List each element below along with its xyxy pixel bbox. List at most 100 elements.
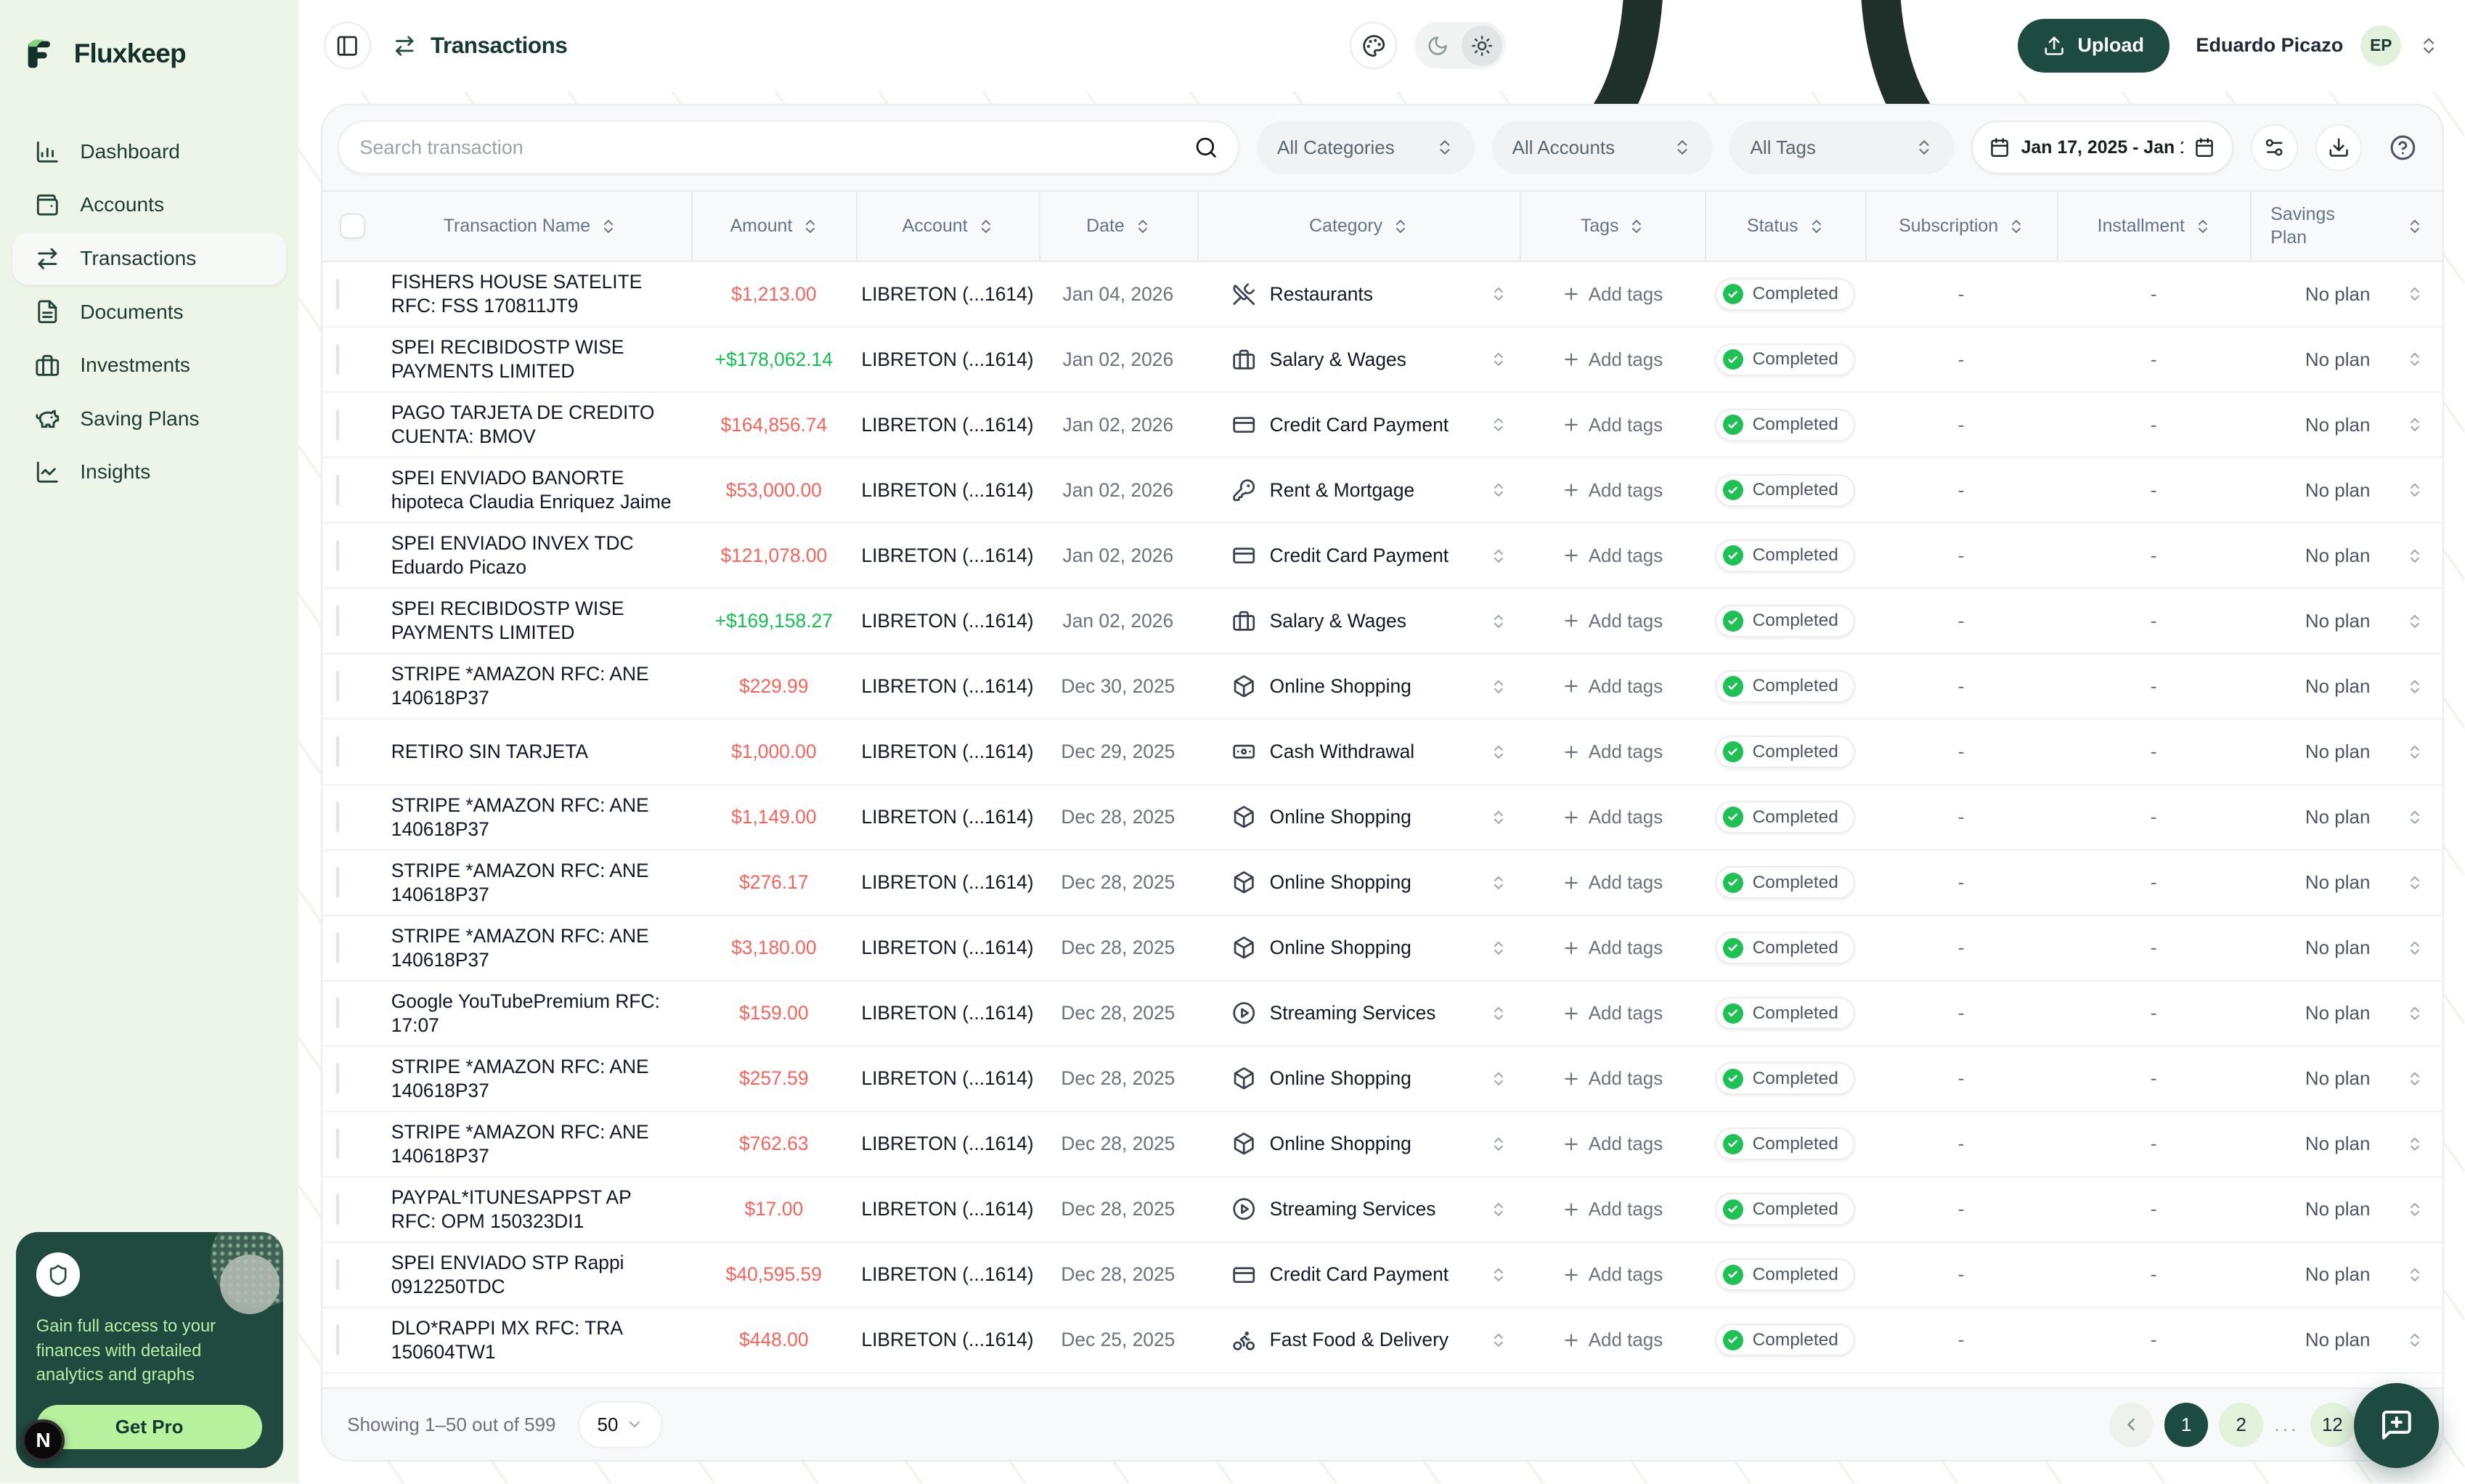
sort-icon[interactable] [1392, 218, 1409, 235]
sort-icon[interactable] [2406, 218, 2424, 235]
theme-palette-button[interactable] [1350, 22, 1397, 69]
add-tags-button[interactable]: Add tags [1520, 610, 1705, 632]
row-checkbox[interactable] [336, 671, 339, 701]
help-button[interactable] [2379, 124, 2427, 171]
date-range-filter[interactable]: Jan 17, 2025 - Jan 16, 20... [1971, 121, 2233, 174]
savings-plan-select[interactable]: No plan [2250, 1329, 2442, 1351]
user-menu-chevron[interactable] [2419, 36, 2439, 56]
add-tags-button[interactable]: Add tags [1520, 675, 1705, 698]
savings-plan-select[interactable]: No plan [2250, 610, 2442, 632]
add-tags-button[interactable]: Add tags [1520, 414, 1705, 436]
savings-plan-select[interactable]: No plan [2250, 806, 2442, 828]
category-select[interactable]: Online Shopping [1197, 1132, 1520, 1155]
sort-icon[interactable] [600, 218, 617, 235]
category-select[interactable]: Online Shopping [1197, 871, 1520, 894]
sidebar-item-dashboard[interactable]: Dashboard [12, 126, 286, 177]
category-select[interactable]: Cash Withdrawal [1197, 740, 1520, 763]
category-select[interactable]: Online Shopping [1197, 1067, 1520, 1090]
page-button-2[interactable]: 2 [2219, 1403, 2263, 1447]
row-checkbox[interactable] [336, 1324, 339, 1355]
prev-page-button[interactable] [2109, 1403, 2154, 1447]
sidebar-item-documents[interactable]: Documents [12, 286, 286, 338]
add-tags-button[interactable]: Add tags [1520, 545, 1705, 567]
add-tags-button[interactable]: Add tags [1520, 283, 1705, 306]
sort-icon[interactable] [977, 218, 995, 235]
sidebar-item-accounts[interactable]: Accounts [12, 179, 286, 231]
savings-plan-select[interactable]: No plan [2250, 1002, 2442, 1024]
add-tags-button[interactable]: Add tags [1520, 1198, 1705, 1220]
add-tags-button[interactable]: Add tags [1520, 871, 1705, 894]
sort-icon[interactable] [1808, 218, 1825, 235]
category-select[interactable]: Credit Card Payment [1197, 1263, 1520, 1287]
upload-button[interactable]: Upload [2018, 19, 2169, 73]
get-pro-button[interactable]: Get Pro [36, 1405, 263, 1449]
column-settings-button[interactable] [2251, 124, 2298, 171]
savings-plan-select[interactable]: No plan [2250, 479, 2442, 502]
row-checkbox[interactable] [336, 606, 339, 636]
savings-plan-select[interactable]: No plan [2250, 1198, 2442, 1220]
theme-toggle[interactable] [1414, 22, 1506, 69]
row-checkbox[interactable] [336, 932, 339, 963]
feedback-fab[interactable] [2354, 1383, 2439, 1468]
add-tags-button[interactable]: Add tags [1520, 741, 1705, 763]
row-checkbox[interactable] [336, 867, 339, 897]
sort-icon[interactable] [1628, 218, 1645, 235]
row-checkbox[interactable] [336, 540, 339, 571]
category-select[interactable]: Online Shopping [1197, 805, 1520, 828]
sidebar-item-transactions[interactable]: Transactions [12, 232, 286, 284]
category-select[interactable]: Streaming Services [1197, 1197, 1520, 1220]
savings-plan-select[interactable]: No plan [2250, 675, 2442, 698]
avatar[interactable]: EP [2360, 25, 2401, 66]
add-tags-button[interactable]: Add tags [1520, 479, 1705, 502]
add-tags-button[interactable]: Add tags [1520, 806, 1705, 828]
add-tags-button[interactable]: Add tags [1520, 1133, 1705, 1155]
savings-plan-select[interactable]: No plan [2250, 871, 2442, 894]
savings-plan-select[interactable]: No plan [2250, 741, 2442, 763]
dev-badge[interactable]: N [22, 1419, 64, 1461]
sidebar-toggle-button[interactable] [324, 22, 371, 69]
add-tags-button[interactable]: Add tags [1520, 1263, 1705, 1286]
export-download-button[interactable] [2315, 124, 2363, 171]
search-input[interactable] [359, 136, 1194, 159]
category-select[interactable]: Fast Food & Delivery [1197, 1329, 1520, 1352]
row-checkbox[interactable] [336, 1259, 339, 1289]
savings-plan-select[interactable]: No plan [2250, 545, 2442, 567]
row-checkbox[interactable] [336, 1194, 339, 1224]
savings-plan-select[interactable]: No plan [2250, 937, 2442, 959]
category-select[interactable]: Online Shopping [1197, 936, 1520, 959]
row-checkbox[interactable] [336, 736, 339, 767]
sort-icon[interactable] [2008, 218, 2025, 235]
sort-icon[interactable] [2194, 218, 2212, 235]
add-tags-button[interactable]: Add tags [1520, 1329, 1705, 1351]
select-all-checkbox[interactable] [340, 213, 365, 239]
row-checkbox[interactable] [336, 1063, 339, 1093]
sort-icon[interactable] [802, 218, 819, 235]
accounts-filter[interactable]: All Accounts [1492, 121, 1713, 174]
sidebar-item-investments[interactable]: Investments [12, 339, 286, 391]
categories-filter[interactable]: All Categories [1257, 121, 1475, 174]
category-select[interactable]: Credit Card Payment [1197, 413, 1520, 436]
tags-filter[interactable]: All Tags [1729, 121, 1953, 174]
category-select[interactable]: Salary & Wages [1197, 609, 1520, 632]
row-checkbox[interactable] [336, 998, 339, 1028]
add-tags-button[interactable]: Add tags [1520, 1002, 1705, 1024]
row-checkbox[interactable] [336, 802, 339, 832]
row-checkbox[interactable] [336, 1128, 339, 1159]
row-checkbox[interactable] [336, 279, 339, 309]
savings-plan-select[interactable]: No plan [2250, 1067, 2442, 1090]
dark-mode-option[interactable] [1417, 25, 1458, 66]
page-button-1[interactable]: 1 [2164, 1403, 2209, 1447]
category-select[interactable]: Streaming Services [1197, 1001, 1520, 1024]
add-tags-button[interactable]: Add tags [1520, 937, 1705, 959]
category-select[interactable]: Restaurants [1197, 282, 1520, 306]
category-select[interactable]: Salary & Wages [1197, 348, 1520, 371]
add-tags-button[interactable]: Add tags [1520, 1067, 1705, 1090]
savings-plan-select[interactable]: No plan [2250, 1133, 2442, 1155]
savings-plan-select[interactable]: No plan [2250, 348, 2442, 371]
sidebar-item-insights[interactable]: Insights [12, 447, 286, 498]
sort-icon[interactable] [1134, 218, 1152, 235]
page-size-select[interactable]: 50 [578, 1401, 663, 1448]
category-select[interactable]: Credit Card Payment [1197, 544, 1520, 567]
savings-plan-select[interactable]: No plan [2250, 1263, 2442, 1286]
row-checkbox[interactable] [336, 475, 339, 505]
